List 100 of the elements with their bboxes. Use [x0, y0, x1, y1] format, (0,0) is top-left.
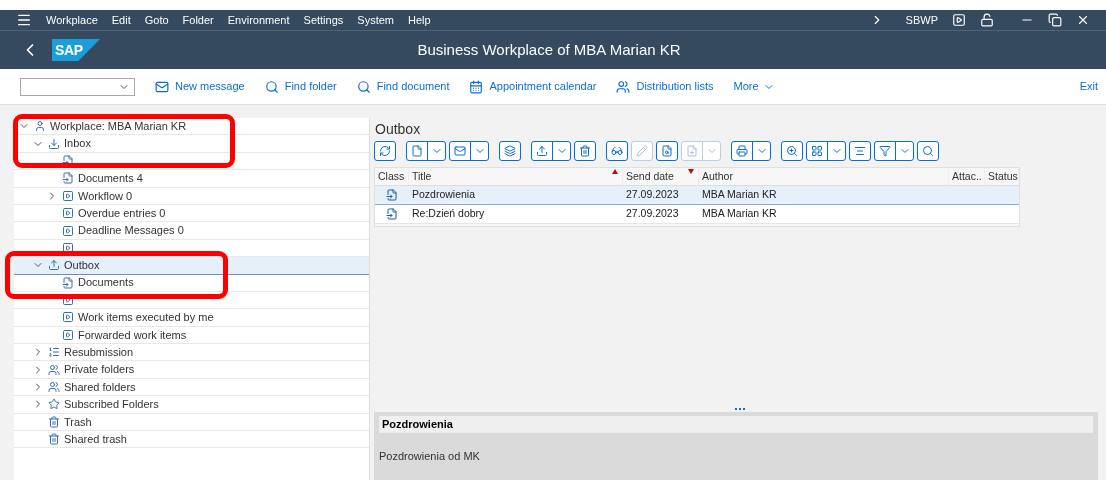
workflow-icon [62, 328, 74, 341]
splitter-handle[interactable] [735, 408, 745, 410]
tree-item[interactable]: Resubmission [14, 344, 369, 362]
table-cell: MBA Marian KR [702, 188, 777, 201]
column-header[interactable]: Status [985, 168, 1019, 185]
tree-item[interactable]: Outbox [14, 257, 369, 275]
column-header[interactable]: Attac.. [949, 168, 985, 185]
refresh-icon [379, 145, 391, 157]
table-cell: Re:Dzień dobry [412, 207, 485, 220]
menu-item[interactable]: System [357, 11, 394, 29]
close-icon[interactable] [1076, 13, 1090, 27]
tool-button[interactable] [874, 141, 914, 161]
preview-subject: Pozdrowienia [382, 417, 453, 433]
tool-button[interactable] [531, 141, 571, 161]
toolbar-button[interactable]: Distribution lists [616, 78, 714, 95]
tree-item[interactable]: Shared trash [14, 431, 369, 449]
transaction-code: SBWP [905, 12, 938, 28]
trash-icon [48, 433, 60, 446]
tool-button[interactable] [806, 141, 846, 161]
preview-body: Pozdrowienia od MK [379, 449, 481, 464]
stack-icon [504, 145, 516, 157]
table-cell: 27.09.2023 [626, 207, 679, 220]
column-header[interactable]: Author [699, 168, 949, 185]
tree-item[interactable]: Subscribed Folders [14, 396, 369, 414]
more-button[interactable]: More [733, 78, 775, 95]
people-icon [48, 363, 60, 376]
table-row[interactable]: Re:Dzień dobry 27.09.2023 MBA Marian KR [375, 205, 1019, 224]
table-row[interactable]: Pozdrowienia 27.09.2023 MBA Marian KR [375, 186, 1019, 205]
menu-item[interactable]: Workplace [46, 11, 98, 29]
tray-arrow-icon [48, 137, 60, 150]
document-icon [386, 189, 398, 201]
lock-icon[interactable] [980, 13, 994, 27]
play-icon[interactable] [952, 13, 966, 27]
tree-item[interactable]: Shared folders [14, 378, 369, 397]
column-header[interactable]: Class [375, 168, 409, 185]
exit-button[interactable]: Exit [1079, 78, 1098, 95]
menu-item[interactable]: Settings [303, 11, 344, 29]
workflow-icon [62, 224, 74, 237]
restore-icon[interactable] [1048, 13, 1062, 27]
table-cell: 27.09.2023 [626, 188, 679, 201]
people-icon [48, 381, 60, 394]
tool-button[interactable] [656, 141, 678, 161]
document-icon [62, 276, 74, 289]
tool-button[interactable] [574, 141, 596, 161]
menu-item[interactable]: Folder [182, 11, 214, 29]
tree-item[interactable]: Workplace: MBA Marian KR [14, 118, 369, 136]
workflow-icon [62, 207, 74, 220]
pencil-icon [636, 145, 648, 157]
menu-item[interactable]: Goto [144, 11, 169, 29]
tool-button[interactable] [606, 141, 628, 161]
menu-item[interactable]: Environment [227, 11, 290, 29]
tree-item[interactable]: Trash [14, 413, 369, 432]
filter-icon [879, 145, 891, 157]
document-plus-icon [686, 145, 698, 157]
trash-icon [48, 415, 60, 428]
column-header[interactable]: Send date [623, 168, 699, 185]
grid-icon [811, 145, 823, 157]
search-icon [356, 79, 371, 94]
glasses-icon [611, 145, 623, 157]
document-icon [62, 172, 74, 185]
tree-item[interactable]: Private folders [14, 361, 369, 379]
tree-item[interactable]: Forwarded work items [14, 326, 369, 345]
toolbar-button[interactable]: Find folder [264, 78, 337, 95]
lines-icon [854, 145, 866, 157]
menu-item[interactable]: Help [408, 11, 431, 29]
menu-item[interactable]: Edit [111, 11, 131, 29]
tool-button[interactable] [499, 141, 521, 161]
tool-button[interactable] [731, 141, 771, 161]
tool-button[interactable] [449, 141, 489, 161]
people-icon [616, 79, 631, 94]
tree-item[interactable]: Workflow 0 [14, 187, 369, 205]
tree-item[interactable]: Work items executed by me [14, 309, 369, 327]
person-icon [34, 120, 46, 133]
document-search-icon [661, 145, 673, 157]
tool-button[interactable] [781, 141, 803, 161]
calendar-icon [469, 79, 484, 94]
tree-item[interactable]: Overdue entries 0 [14, 204, 369, 223]
toolbar-button[interactable]: New message [155, 78, 245, 95]
toolbar-button[interactable]: Appointment calendar [469, 78, 597, 95]
tree-item[interactable]: Documents 4 [14, 170, 369, 188]
tree-item[interactable]: Deadline Messages 0 [14, 222, 369, 240]
dropdown-field[interactable] [20, 77, 135, 96]
window-title: Business Workplace of MBA Marian KR [417, 39, 681, 60]
table-cell: Pozdrowienia [412, 188, 476, 201]
tool-button[interactable] [849, 141, 871, 161]
export-icon [536, 145, 548, 157]
printer-icon [736, 145, 748, 157]
star-icon [48, 398, 60, 411]
tree-item[interactable]: Documents [14, 274, 369, 292]
tool-button[interactable] [406, 141, 446, 161]
tray-arrow-icon [48, 259, 60, 272]
envelope-icon [454, 145, 466, 157]
column-header[interactable]: Title [409, 168, 623, 185]
tool-button[interactable] [917, 141, 939, 161]
table-cell: MBA Marian KR [702, 207, 777, 220]
tree-item[interactable]: Inbox [14, 135, 369, 153]
envelope-icon [155, 79, 169, 94]
tool-button[interactable] [374, 141, 396, 161]
menu-icon[interactable] [16, 12, 32, 28]
toolbar-button[interactable]: Find document [356, 78, 450, 95]
